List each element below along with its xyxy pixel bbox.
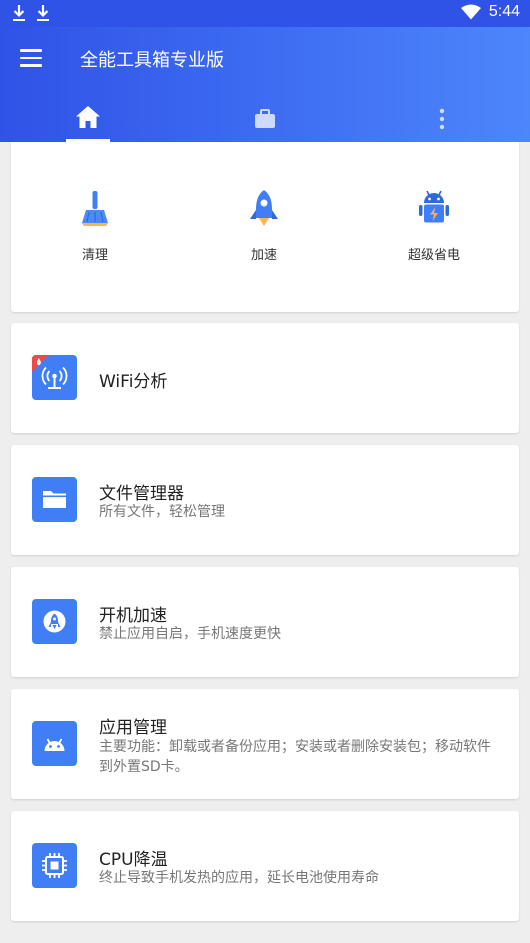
briefcase-icon bbox=[255, 109, 275, 128]
broom-icon bbox=[82, 191, 108, 226]
cpu-icon bbox=[32, 843, 77, 888]
android-battery-icon bbox=[419, 190, 449, 223]
android-icon bbox=[32, 721, 77, 766]
list-item-file-manager[interactable]: 文件管理器 所有文件，轻松管理 bbox=[11, 445, 519, 555]
app-title: 全能工具箱专业版 bbox=[80, 50, 224, 71]
quick-battery-saver[interactable]: 超级省电 bbox=[379, 188, 489, 263]
folder-icon bbox=[32, 477, 77, 522]
rocket-icon bbox=[32, 599, 77, 644]
status-time: 5:44 bbox=[488, 3, 520, 20]
quick-boost[interactable]: 加速 bbox=[209, 188, 319, 263]
tab-home[interactable] bbox=[58, 102, 118, 142]
list-item-title: 应用管理 bbox=[99, 718, 167, 738]
wifi-antenna-icon bbox=[32, 355, 77, 400]
list-item-title: 开机加速 bbox=[99, 606, 167, 626]
list-item-boot-boost[interactable]: 开机加速 禁止应用自启，手机速度更快 bbox=[11, 567, 519, 677]
tab-tools[interactable] bbox=[235, 102, 295, 142]
quick-boost-label: 加速 bbox=[250, 248, 277, 263]
list-item-subtitle: 所有文件，轻松管理 bbox=[99, 504, 225, 520]
more-vert-icon bbox=[439, 108, 445, 130]
list-item-subtitle: 主要功能：卸载或者备份应用；安装或者删除安装包；移动软件到外置SD卡。 bbox=[99, 739, 491, 775]
quick-clean[interactable]: 清理 bbox=[40, 188, 150, 263]
quick-battery-saver-label: 超级省电 bbox=[407, 248, 460, 263]
list-item-cpu-cooling[interactable]: CPU降温 终止导致手机发热的应用，延长电池使用寿命 bbox=[11, 811, 519, 921]
list-item-subtitle: 禁止应用自启，手机速度更快 bbox=[99, 626, 281, 642]
list-item-title: WiFi分析 bbox=[99, 372, 168, 392]
quick-actions-card: 清理 加速 超级省电 bbox=[11, 142, 519, 312]
download-icon bbox=[12, 4, 26, 22]
list-item-subtitle: 终止导致手机发热的应用，延长电池使用寿命 bbox=[99, 870, 379, 886]
rocket-icon bbox=[250, 190, 278, 226]
list-item-title: CPU降温 bbox=[99, 850, 168, 870]
home-icon bbox=[76, 106, 100, 128]
list-item-title: 文件管理器 bbox=[99, 484, 184, 504]
list-item-wifi[interactable]: WiFi分析 bbox=[11, 323, 519, 433]
app-bar: 全能工具箱专业版 bbox=[0, 27, 530, 142]
tab-bar bbox=[0, 102, 530, 142]
wifi-signal-icon bbox=[460, 4, 481, 20]
list-item-app-manager[interactable]: 应用管理 主要功能：卸载或者备份应用；安装或者删除安装包；移动软件到外置SD卡。 bbox=[11, 689, 519, 799]
download-icon bbox=[36, 4, 50, 22]
status-bar: 5:44 bbox=[0, 0, 530, 27]
tab-more[interactable] bbox=[412, 102, 472, 142]
quick-clean-label: 清理 bbox=[81, 248, 108, 263]
menu-icon[interactable] bbox=[20, 49, 42, 67]
